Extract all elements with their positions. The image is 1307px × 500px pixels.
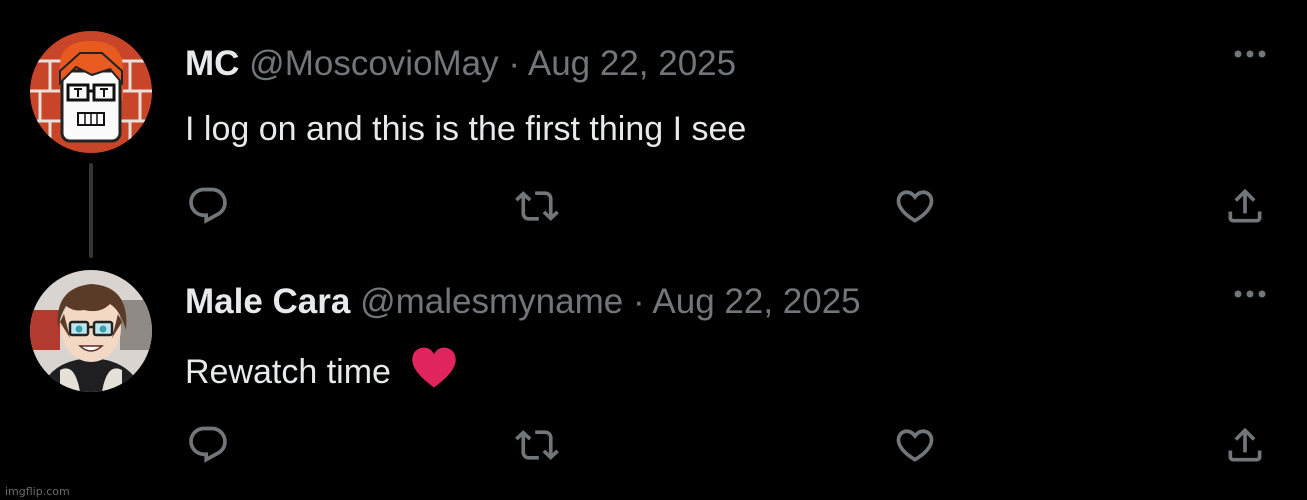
tweet-text-content: Rewatch time	[185, 353, 391, 391]
header-separator: ·	[508, 44, 521, 83]
tweet-text-content: I log on and this is the first thing I s…	[185, 110, 747, 148]
more-options-button[interactable]	[1228, 42, 1272, 66]
display-name[interactable]: Male Cara	[185, 282, 350, 321]
tweet-thread: MC @MoscovioMay · Aug 22, 2025 I log on …	[0, 0, 1307, 500]
display-name[interactable]: MC	[185, 44, 239, 83]
reply-button[interactable]	[185, 183, 231, 229]
action-bar	[0, 183, 1307, 227]
more-horizontal-icon	[1234, 290, 1266, 298]
tweet-date[interactable]: Aug 22, 2025	[528, 44, 736, 83]
share-icon	[1228, 427, 1262, 462]
heart-outline-icon	[896, 190, 934, 223]
more-horizontal-icon	[1234, 50, 1266, 58]
reply-button[interactable]	[185, 422, 231, 468]
avatar[interactable]	[30, 270, 152, 392]
avatar-image	[30, 270, 152, 392]
share-button[interactable]	[1222, 183, 1268, 229]
like-button[interactable]	[892, 183, 938, 229]
watermark: imgflip.com	[5, 485, 70, 498]
reply-icon	[189, 187, 227, 224]
share-icon	[1228, 188, 1262, 223]
tweet-male-cara[interactable]: Male Cara @malesmyname · Aug 22, 2025 Re…	[0, 250, 1307, 500]
tweet-header: Male Cara @malesmyname · Aug 22, 2025	[185, 281, 861, 323]
heart-outline-icon	[896, 429, 934, 462]
like-button[interactable]	[892, 422, 938, 468]
reply-icon	[189, 426, 227, 463]
more-options-button[interactable]	[1228, 282, 1272, 306]
avatar-image	[30, 31, 152, 153]
header-separator: ·	[632, 282, 645, 321]
red-heart-emoji	[412, 347, 457, 388]
tweet-date[interactable]: Aug 22, 2025	[652, 282, 860, 321]
tweet-header: MC @MoscovioMay · Aug 22, 2025	[185, 43, 736, 85]
user-handle[interactable]: @MoscovioMay	[249, 44, 498, 83]
avatar[interactable]	[30, 31, 152, 153]
repost-icon	[515, 430, 559, 460]
tweet-text: Rewatch time	[185, 347, 458, 393]
user-handle[interactable]: @malesmyname	[360, 282, 623, 321]
repost-icon	[515, 191, 559, 221]
repost-button[interactable]	[514, 183, 560, 229]
share-button[interactable]	[1222, 422, 1268, 468]
action-bar	[0, 422, 1307, 466]
repost-button[interactable]	[514, 422, 560, 468]
tweet-text: I log on and this is the first thing I s…	[185, 108, 746, 150]
tweet-mc[interactable]: MC @MoscovioMay · Aug 22, 2025 I log on …	[0, 0, 1307, 258]
